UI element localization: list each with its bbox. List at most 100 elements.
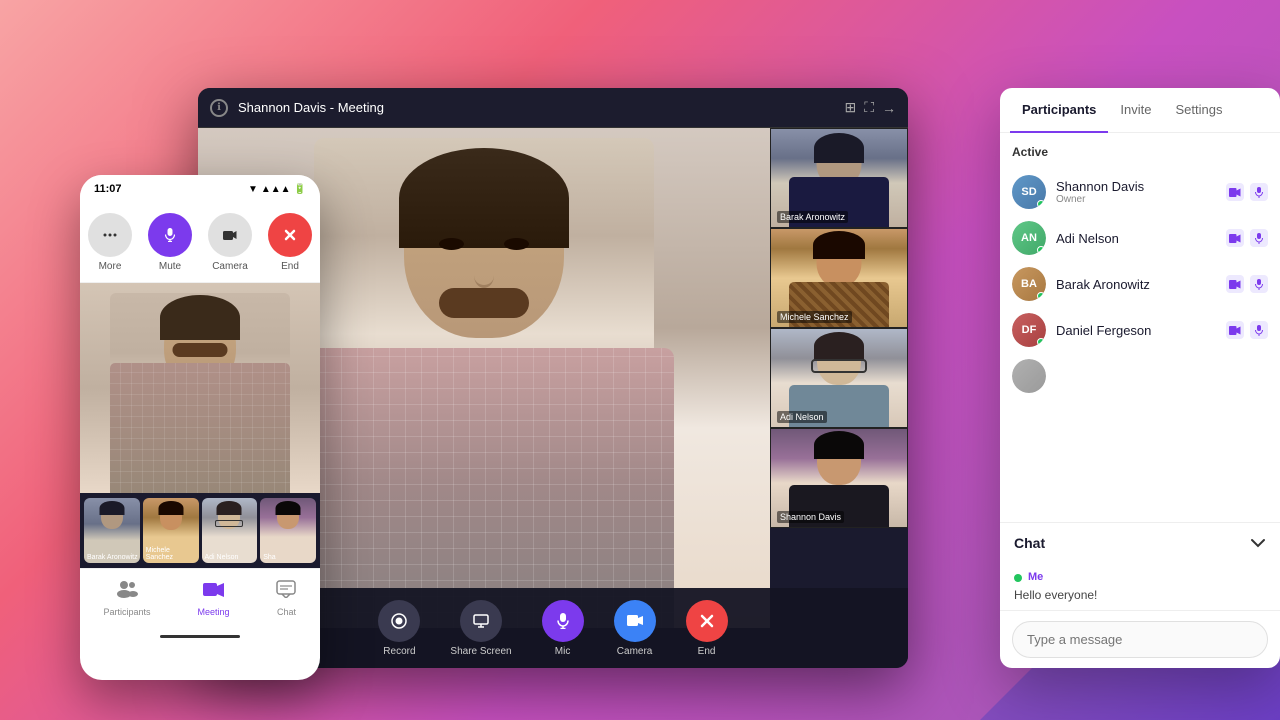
participant-row: DF Daniel Fergeson — [1012, 307, 1268, 353]
record-button[interactable]: Record — [378, 600, 420, 657]
participant-media-icons-daniel — [1226, 321, 1268, 339]
phone-status-bar: 11:07 ▼ ▲▲▲ 🔋 — [80, 175, 320, 203]
record-label: Record — [383, 646, 415, 657]
phone-bottom-nav: Participants Meeting Chat — [80, 568, 320, 628]
panel-tabs: Participants Invite Settings — [1000, 88, 1280, 133]
end-label: End — [698, 646, 716, 657]
avatar-partial — [1012, 359, 1046, 393]
signal-icon: ▲▲▲ — [261, 184, 291, 195]
meeting-title: Shannon Davis - Meeting — [238, 100, 834, 115]
phone-nav-meeting[interactable]: Meeting — [197, 581, 229, 617]
phone-thumb-label-2: Michele Sanchez — [146, 547, 199, 561]
chevron-down-icon — [1250, 538, 1266, 548]
phone-thumb-label-4: Sha — [263, 554, 275, 561]
video-icon-shannon — [1226, 183, 1244, 201]
phone-thumbnails: Barak Aronowitz Michele Sanchez Adi Nels… — [80, 493, 320, 568]
battery-icon: 🔋 — [294, 184, 306, 195]
more-icon — [88, 213, 132, 257]
right-panel: Participants Invite Settings Active SD S… — [1000, 88, 1280, 668]
chat-input[interactable] — [1012, 621, 1268, 658]
chat-toggle[interactable]: Chat — [1000, 523, 1280, 563]
participant-name-adi: Adi Nelson — [1056, 231, 1216, 246]
phone-thumb-4: Sha — [260, 498, 316, 563]
mute-icon — [148, 213, 192, 257]
chat-title: Chat — [1014, 535, 1045, 551]
mic-icon-daniel — [1250, 321, 1268, 339]
mic-icon — [542, 600, 584, 642]
tab-invite[interactable]: Invite — [1108, 88, 1163, 133]
info-icon: ℹ — [210, 99, 228, 117]
online-indicator-adi — [1037, 246, 1045, 254]
phone-status-icons: ▼ ▲▲▲ 🔋 — [248, 184, 306, 195]
end-icon — [686, 600, 728, 642]
meeting-nav-icon — [203, 581, 225, 604]
mic-label: Mic — [555, 646, 571, 657]
wifi-icon: ▼ — [248, 184, 258, 195]
phone-thumb-3: Adi Nelson — [202, 498, 258, 563]
phone-main-video — [80, 283, 320, 493]
phone-thumb-label-1: Barak Aronowitz — [87, 554, 138, 561]
camera-ph-label: Camera — [212, 261, 248, 272]
participant-role-shannon: Owner — [1056, 194, 1216, 205]
online-indicator-barak — [1037, 292, 1045, 300]
more-options-icon[interactable]: → — [882, 100, 896, 116]
phone-thumb-2: Michele Sanchez — [143, 498, 199, 563]
participant-row-partial — [1012, 353, 1268, 399]
video-thumb-4: Shannon Davis — [770, 428, 908, 528]
participant-row: BA Barak Aronowitz — [1012, 261, 1268, 307]
video-thumb-2: Michele Sanchez — [770, 228, 908, 328]
share-screen-button[interactable]: Share Screen — [450, 600, 511, 657]
thumb-label-1: Barak Aronowitz — [777, 211, 848, 223]
chat-input-area — [1000, 610, 1280, 668]
phone-thumb-1: Barak Aronowitz — [84, 498, 140, 563]
participant-info-adi: Adi Nelson — [1056, 231, 1216, 246]
participant-info-shannon: Shannon Davis Owner — [1056, 179, 1216, 205]
tab-participants[interactable]: Participants — [1010, 88, 1108, 133]
avatar-adi: AN — [1012, 221, 1046, 255]
camera-icon — [614, 600, 656, 642]
phone-main-person — [80, 283, 320, 493]
tab-settings[interactable]: Settings — [1164, 88, 1235, 133]
grid-view-icon[interactable]: ⊞ — [844, 99, 856, 116]
record-icon — [378, 600, 420, 642]
participant-name-shannon: Shannon Davis — [1056, 179, 1216, 194]
phone-nav-chat[interactable]: Chat — [276, 580, 296, 617]
phone-more-button[interactable]: More — [88, 213, 132, 272]
more-label: More — [99, 261, 122, 272]
participant-media-icons-adi — [1226, 229, 1268, 247]
phone-controls: More Mute Camera End — [80, 203, 320, 283]
phone-nav-meeting-label: Meeting — [197, 607, 229, 617]
phone-end-button[interactable]: End — [268, 213, 312, 272]
chat-messages: Me Hello everyone! — [1000, 563, 1280, 610]
video-icon-barak — [1226, 275, 1244, 293]
camera-button[interactable]: Camera — [614, 600, 656, 657]
chat-text-1: Hello everyone! — [1014, 588, 1266, 602]
mic-icon-shannon — [1250, 183, 1268, 201]
phone-nav-participants[interactable]: Participants — [103, 580, 150, 617]
meeting-header: ℹ Shannon Davis - Meeting ⊞ ⛶ → — [198, 88, 908, 128]
chat-section: Chat Me Hello everyone! — [1000, 522, 1280, 610]
mute-label: Mute — [159, 261, 181, 272]
avatar-barak: BA — [1012, 267, 1046, 301]
chat-nav-icon — [276, 580, 296, 604]
end-call-button[interactable]: End — [686, 600, 728, 657]
video-thumb-1: Barak Aronowitz — [770, 128, 908, 228]
participant-info-barak: Barak Aronowitz — [1056, 277, 1216, 292]
participant-name-daniel: Daniel Fergeson — [1056, 323, 1216, 338]
phone-ui: 11:07 ▼ ▲▲▲ 🔋 More Mute Camera — [80, 175, 320, 680]
participant-media-icons-shannon — [1226, 183, 1268, 201]
chat-message-1: Me Hello everyone! — [1014, 571, 1266, 602]
participants-nav-icon — [116, 580, 138, 604]
participant-row: SD Shannon Davis Owner — [1012, 169, 1268, 215]
home-indicator — [80, 628, 320, 644]
video-icon-daniel — [1226, 321, 1244, 339]
end-ph-icon — [268, 213, 312, 257]
mic-button[interactable]: Mic — [542, 600, 584, 657]
thumb-label-2: Michele Sanchez — [777, 311, 852, 323]
fullscreen-icon[interactable]: ⛶ — [864, 99, 874, 116]
phone-mute-button[interactable]: Mute — [148, 213, 192, 272]
camera-ph-icon — [208, 213, 252, 257]
share-screen-label: Share Screen — [450, 646, 511, 657]
phone-camera-button[interactable]: Camera — [208, 213, 252, 272]
phone-thumb-label-3: Adi Nelson — [205, 554, 239, 561]
